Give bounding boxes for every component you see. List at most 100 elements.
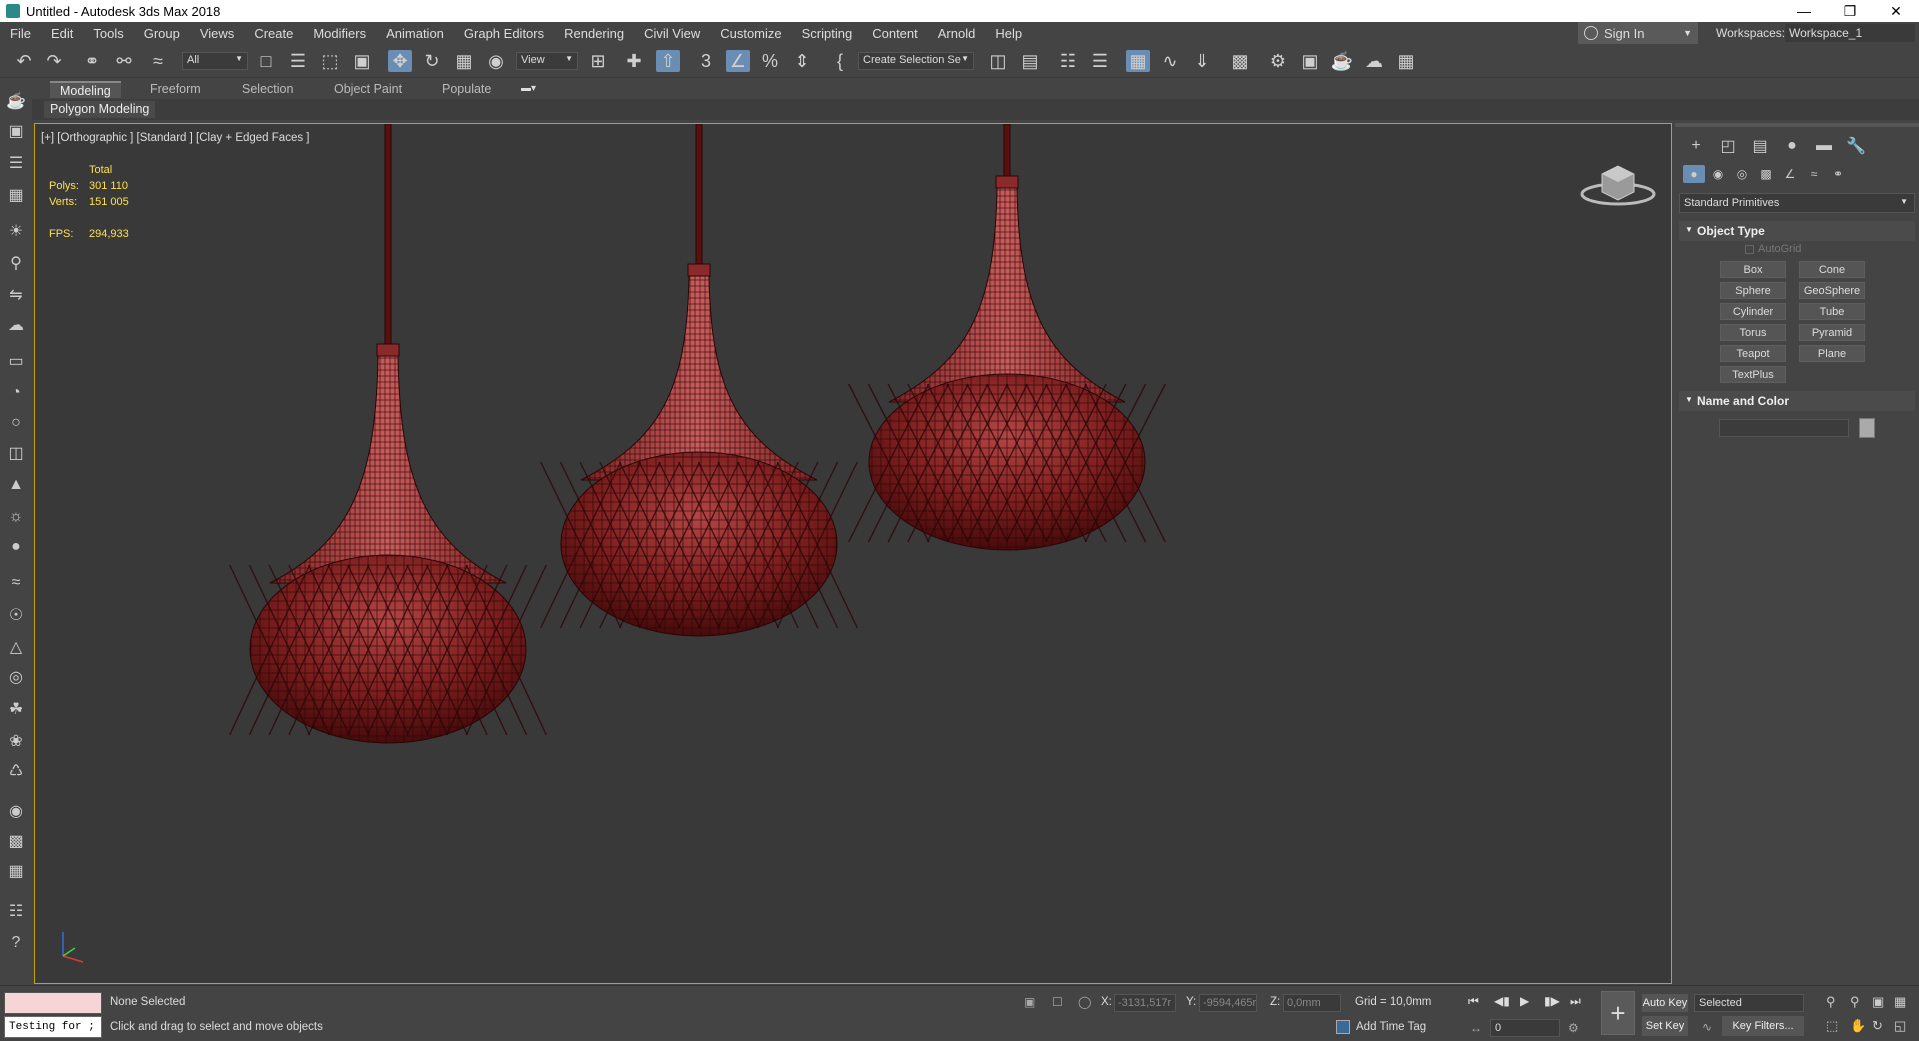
redo-icon[interactable]: ↷ — [42, 50, 66, 72]
zoom-icon[interactable]: ⚲ — [1826, 994, 1836, 1010]
lamp-collar[interactable] — [687, 263, 711, 277]
menu-rendering[interactable]: Rendering — [554, 26, 634, 41]
render-production-icon[interactable]: ☕ — [1330, 50, 1354, 72]
viewport-label[interactable]: [+] [Orthographic ] [Standard ] [Clay + … — [41, 132, 309, 144]
cylinder-button[interactable]: Cylinder — [1720, 303, 1786, 320]
go-to-end-icon[interactable]: ⏭ — [1570, 994, 1581, 1009]
menu-arnold[interactable]: Arnold — [928, 26, 986, 41]
help-icon[interactable]: ? — [5, 932, 27, 954]
systems-icon[interactable]: ⚭ — [1827, 165, 1849, 183]
previous-frame-icon[interactable]: ◀▮ — [1494, 994, 1510, 1008]
helpers-icon[interactable]: ∠ — [1779, 165, 1801, 183]
lamp-collar[interactable] — [376, 343, 400, 357]
light-icon[interactable]: ☀ — [5, 220, 27, 242]
object-list-icon[interactable]: ☰ — [5, 152, 27, 174]
viewcube-icon[interactable] — [1578, 154, 1658, 214]
create-tab-icon[interactable]: + — [1683, 135, 1709, 157]
cone-icon[interactable]: ▲ — [5, 474, 27, 496]
time-configuration-icon[interactable]: ⚙ — [1568, 1021, 1579, 1035]
maxscript-listener[interactable] — [4, 992, 102, 1014]
maxscript-mini-listener[interactable]: Testing for ; — [4, 1016, 102, 1038]
select-and-scale-icon[interactable]: ▦ — [452, 50, 476, 72]
lamp-cable[interactable] — [1003, 124, 1011, 181]
set-key-mode-icon[interactable]: + — [1601, 991, 1635, 1035]
key-mode-toggle-icon[interactable]: ↔ — [1470, 1021, 1482, 1035]
motion-tab-icon[interactable]: ● — [1779, 135, 1805, 157]
textplus-button[interactable]: TextPlus — [1720, 366, 1786, 383]
snaps-toggle-icon[interactable]: 3 — [694, 50, 718, 72]
menu-content[interactable]: Content — [862, 26, 928, 41]
geometry-icon[interactable]: ● — [1683, 165, 1705, 183]
add-time-tag-button[interactable]: Add Time Tag — [1336, 1020, 1426, 1034]
scene-explorer-icon[interactable]: ☷ — [1056, 50, 1080, 72]
object-type-rollout[interactable]: ▼ Object Type — [1679, 221, 1915, 241]
bind-space-warp-icon[interactable]: ≈ — [146, 50, 170, 72]
absolute-mode-icon[interactable]: ◯ — [1078, 995, 1091, 1009]
torus-button[interactable]: Torus — [1720, 324, 1786, 341]
menu-help[interactable]: Help — [985, 26, 1032, 41]
object-name-field[interactable] — [1719, 419, 1849, 437]
sign-in-button[interactable]: Sign In ▼ — [1578, 22, 1698, 44]
go-to-start-icon[interactable]: ⏮ — [1468, 994, 1479, 1009]
space-warp-icon[interactable]: ☁ — [5, 314, 27, 336]
pan-view-icon[interactable]: ✋ — [1850, 1018, 1866, 1034]
rectangular-selection-icon[interactable]: ⬚ — [318, 50, 342, 72]
zoom-all-icon[interactable]: ⚲ — [1850, 994, 1860, 1010]
lamp-cable[interactable] — [384, 124, 392, 349]
hair-icon[interactable]: ❀ — [5, 730, 27, 752]
restore-button[interactable]: ❐ — [1827, 0, 1873, 22]
close-button[interactable]: ✕ — [1873, 0, 1919, 22]
lamp-left[interactable] — [229, 124, 547, 744]
window-crossing-icon[interactable]: ▣ — [350, 50, 374, 72]
key-filters-button[interactable]: Key Filters... — [1722, 1016, 1804, 1036]
angle-snap-icon[interactable]: ∠ — [726, 50, 750, 72]
grass-icon[interactable]: ☘ — [5, 698, 27, 720]
cone-button[interactable]: Cone — [1799, 261, 1865, 278]
material-editor-icon[interactable]: ▩ — [1228, 50, 1252, 72]
utility-icon[interactable]: ☷ — [5, 900, 27, 922]
menu-modifiers[interactable]: Modifiers — [303, 26, 376, 41]
autogrid-checkbox[interactable]: AutoGrid — [1745, 243, 1801, 255]
named-selection-set-dropdown[interactable]: Create Selection Se ▼ — [858, 52, 974, 70]
maximize-viewport-icon[interactable]: ◱ — [1894, 1018, 1906, 1034]
current-frame-field[interactable]: 0 — [1490, 1019, 1560, 1037]
menu-civil-view[interactable]: Civil View — [634, 26, 710, 41]
z-coord-field[interactable]: 0,0mm — [1283, 994, 1341, 1012]
orbit-icon[interactable]: ↻ — [1872, 1018, 1883, 1034]
spinner-snap-icon[interactable]: ⇕ — [790, 50, 814, 72]
wave-icon[interactable]: ≈ — [5, 572, 27, 594]
lamp-cable[interactable] — [695, 124, 703, 269]
menu-file[interactable]: File — [0, 26, 41, 41]
curve-editor-icon[interactable]: ∿ — [1158, 50, 1182, 72]
tube-button[interactable]: Tube — [1799, 303, 1865, 320]
tab-selection[interactable]: Selection — [232, 81, 303, 98]
toggle-ribbon-icon[interactable]: ▦ — [1126, 50, 1150, 72]
modify-icon[interactable]: ▣ — [5, 120, 27, 142]
undo-icon[interactable]: ↶ — [12, 50, 36, 72]
lamp-collar[interactable] — [995, 175, 1019, 189]
hierarchy-tab-icon[interactable]: ▤ — [1747, 135, 1773, 157]
set-key-button[interactable]: Set Key — [1642, 1016, 1688, 1036]
key-selection-dropdown[interactable]: Selected — [1694, 994, 1804, 1012]
display-tab-icon[interactable]: ▬ — [1811, 135, 1837, 157]
mirror-icon[interactable]: ◫ — [986, 50, 1010, 72]
cloth-icon[interactable]: ♺ — [5, 760, 27, 782]
lamp-center[interactable] — [540, 124, 858, 637]
name-and-color-rollout[interactable]: ▼ Name and Color — [1679, 391, 1915, 411]
space-warps-icon[interactable]: ≈ — [1803, 165, 1825, 183]
plane-button[interactable]: Plane — [1799, 345, 1865, 362]
object-category-dropdown[interactable]: Standard Primitives ▼ — [1679, 193, 1915, 213]
manipulate-icon[interactable]: ✚ — [622, 50, 646, 72]
selection-lock-icon[interactable]: ☐ — [1052, 995, 1063, 1009]
edit-named-selection-icon[interactable]: { — [828, 50, 852, 72]
viewport-layout-icon[interactable]: ▦ — [5, 860, 27, 882]
rendered-frame-window-icon[interactable]: ▣ — [1298, 50, 1322, 72]
percent-snap-icon[interactable]: % — [758, 50, 782, 72]
box-button[interactable]: Box — [1720, 261, 1786, 278]
menu-tools[interactable]: Tools — [83, 26, 133, 41]
cylinder-icon[interactable]: ◫ — [5, 442, 27, 464]
unlink-icon[interactable]: ⚯ — [112, 50, 136, 72]
particle-icon[interactable]: ☉ — [5, 604, 27, 626]
render-setup-icon[interactable]: ⚙ — [1266, 50, 1290, 72]
bone-icon[interactable]: △ — [5, 636, 27, 658]
